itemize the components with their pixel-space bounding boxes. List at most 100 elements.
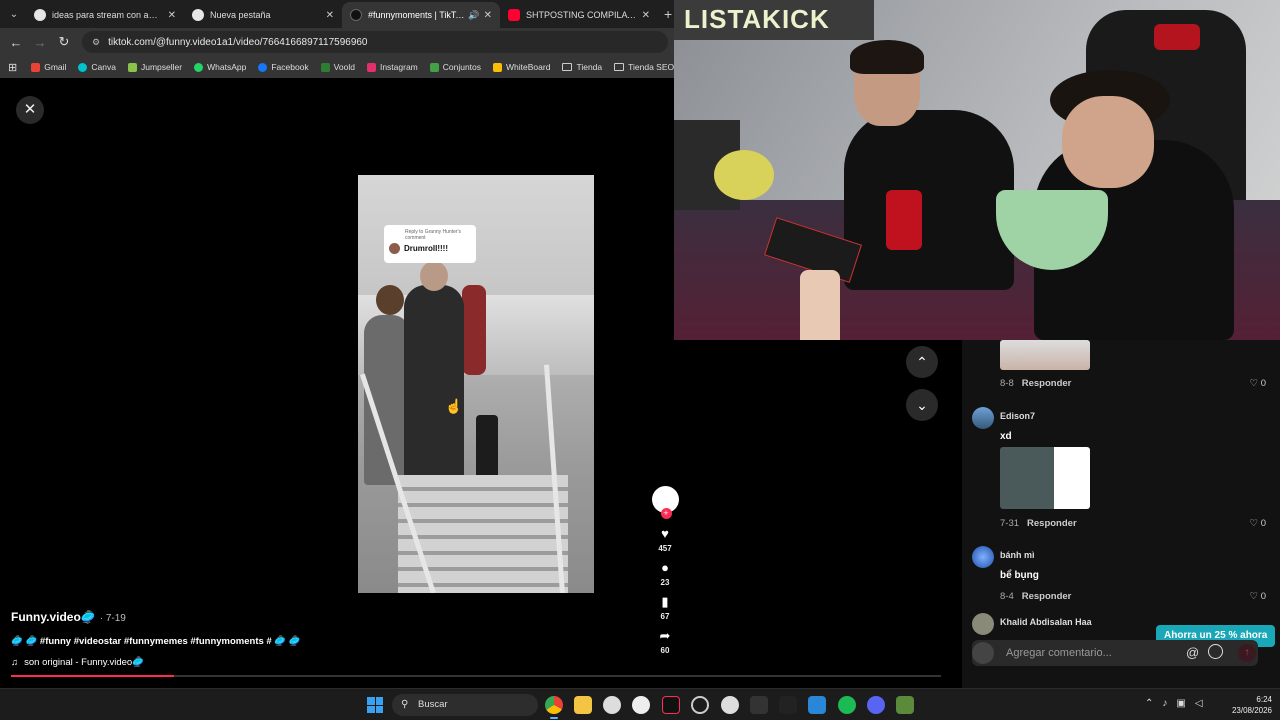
- webcam-overlay: LISTAKICK: [674, 0, 1280, 340]
- facebook-icon: [258, 62, 268, 72]
- follow-plus-icon[interactable]: +: [660, 508, 672, 519]
- bookmark-folder-tienda-seo[interactable]: Tienda SEO: [614, 62, 674, 72]
- video-player[interactable]: Reply to Granny Hunter's comment Drumrol…: [358, 175, 594, 593]
- comment-like-button[interactable]: ♡ 0: [1250, 378, 1266, 389]
- capcut-icon[interactable]: [779, 696, 797, 714]
- bookmark-voold[interactable]: Voold: [320, 62, 355, 72]
- epic-games-icon[interactable]: [750, 696, 768, 714]
- screen: ⌄ ideas para stream con amigos ✕ Nueva p…: [0, 0, 1280, 720]
- avatar[interactable]: [972, 407, 994, 429]
- previous-video-button[interactable]: ⌃: [906, 346, 938, 378]
- avatar[interactable]: [972, 546, 994, 568]
- address-toolbar: ← → ↻ ⚙ tiktok.com/@funny.video1a1/video…: [0, 28, 674, 56]
- apps-icon[interactable]: ⊞: [8, 61, 17, 74]
- site-info-icon[interactable]: ⚙: [92, 37, 100, 48]
- whatsapp-icon: [194, 62, 204, 72]
- file-explorer-icon[interactable]: [574, 696, 592, 714]
- bookmark-facebook[interactable]: Facebook: [258, 62, 309, 72]
- tiktok-app-icon[interactable]: [662, 696, 680, 714]
- creator-avatar[interactable]: +: [651, 486, 679, 519]
- video-description: 🥏 🥏 #funny #videostar #funnymemes #funny…: [11, 636, 301, 647]
- clock-app-icon[interactable]: [603, 696, 621, 714]
- comment-image[interactable]: [1000, 340, 1090, 370]
- bookmark-whiteboard[interactable]: WhiteBoard: [493, 62, 550, 72]
- windows-start-icon[interactable]: [367, 697, 383, 713]
- reply-button[interactable]: Responder: [1027, 518, 1077, 529]
- next-video-button[interactable]: ⌄: [906, 389, 938, 421]
- jumpseller-icon: [128, 62, 137, 72]
- send-comment-button[interactable]: ↑: [1238, 644, 1256, 662]
- post-date: · 7-19: [99, 613, 126, 624]
- hand-cursor-icon: ☝: [445, 398, 463, 414]
- back-icon[interactable]: ←: [4, 35, 28, 50]
- share-button[interactable]: ➦ 60: [659, 628, 671, 656]
- notion-icon[interactable]: [632, 696, 650, 714]
- chevron-up-icon[interactable]: ⌃: [1145, 698, 1153, 709]
- reply-button[interactable]: Responder: [1022, 378, 1072, 389]
- forward-icon[interactable]: →: [28, 35, 52, 50]
- canva-icon: [78, 62, 88, 72]
- taskbar-clock[interactable]: 6:24 23/08/2026: [1222, 694, 1272, 716]
- tab-new-tab[interactable]: Nueva pestaña ✕: [184, 2, 342, 28]
- close-tab-icon[interactable]: ✕: [484, 10, 492, 21]
- video-progress-bar[interactable]: [11, 675, 941, 677]
- tab-search-icon[interactable]: ⌄: [2, 3, 26, 25]
- settings-gear-icon[interactable]: [691, 696, 709, 714]
- microphone-icon[interactable]: ♪: [1162, 698, 1167, 709]
- save-button[interactable]: ▮ 67: [661, 595, 670, 622]
- taskbar-search[interactable]: ⚲ Buscar: [392, 694, 538, 716]
- emoji-icon[interactable]: [1208, 644, 1223, 659]
- bookmark-jumpseller[interactable]: Jumpseller: [128, 62, 182, 72]
- tab-youtube[interactable]: SHTPOSTING COMPILATION V ✕: [500, 2, 658, 28]
- tab-ideas-stream[interactable]: ideas para stream con amigos ✕: [26, 2, 184, 28]
- reload-icon[interactable]: ↻: [52, 34, 76, 50]
- minecraft-icon[interactable]: [896, 696, 914, 714]
- close-tab-icon[interactable]: ✕: [326, 10, 334, 21]
- folder-icon: [614, 63, 625, 71]
- spotify-icon[interactable]: [838, 696, 856, 714]
- chrome-icon[interactable]: [545, 696, 563, 719]
- folder-icon: [562, 63, 573, 71]
- bookmark-folder-tienda[interactable]: Tienda: [562, 62, 602, 72]
- new-tab-icon[interactable]: +: [664, 6, 672, 22]
- bookmark-gmail[interactable]: Gmail: [31, 62, 66, 72]
- close-video-button[interactable]: ✕: [16, 96, 44, 124]
- reply-comment-sticker: Reply to Granny Hunter's comment Drumrol…: [384, 225, 476, 263]
- avatar[interactable]: [972, 613, 994, 635]
- speaker-icon[interactable]: 🔊: [468, 10, 479, 21]
- discord-icon[interactable]: [867, 696, 885, 714]
- close-tab-icon[interactable]: ✕: [168, 10, 176, 21]
- stream-sign-text: LISTAKICK: [684, 4, 830, 34]
- google-icon: [34, 9, 46, 21]
- sound-link[interactable]: ♫ son original - Funny.video🥏: [11, 657, 631, 668]
- tiktok-icon: [350, 9, 362, 21]
- bookmark-conjuntos[interactable]: Conjuntos: [429, 62, 481, 72]
- network-icon[interactable]: ▣: [1176, 698, 1185, 709]
- app-window-icon[interactable]: [808, 696, 826, 714]
- volume-icon[interactable]: ◁: [1195, 698, 1203, 709]
- bookmark-instagram[interactable]: Instagram: [366, 62, 418, 72]
- progress-fill: [11, 675, 174, 677]
- mention-icon[interactable]: @: [1186, 645, 1199, 660]
- bookmark-canva[interactable]: Canva: [78, 62, 116, 72]
- conjuntos-icon: [429, 62, 439, 72]
- comment-button[interactable]: ● 23: [661, 561, 670, 588]
- reply-button[interactable]: Responder: [1022, 591, 1072, 602]
- instagram-icon: [366, 62, 376, 72]
- share-arrow-icon: ➦: [659, 628, 671, 643]
- comment-like-button[interactable]: ♡ 0: [1250, 518, 1266, 529]
- system-tray: ⌃ ♪ ▣ ◁: [1145, 698, 1203, 709]
- like-button[interactable]: ♥ 457: [658, 527, 671, 554]
- gmail-icon: [31, 62, 41, 72]
- youtube-icon: [508, 9, 520, 21]
- comment-image[interactable]: [1000, 447, 1090, 509]
- comment-like-button[interactable]: ♡ 0: [1250, 591, 1266, 602]
- url-bar[interactable]: ⚙ tiktok.com/@funny.video1a1/video/76641…: [82, 31, 668, 53]
- music-note-icon: ♫: [11, 657, 19, 668]
- author-name[interactable]: Funny.video🥏: [11, 610, 96, 624]
- bookmark-whatsapp[interactable]: WhatsApp: [194, 62, 246, 72]
- tab-tiktok[interactable]: #funnymoments | TikTok 🔊 ✕: [342, 2, 500, 28]
- browser-tabbar: ⌄ ideas para stream con amigos ✕ Nueva p…: [0, 0, 674, 28]
- close-tab-icon[interactable]: ✕: [642, 10, 650, 21]
- steam-icon[interactable]: [721, 696, 739, 714]
